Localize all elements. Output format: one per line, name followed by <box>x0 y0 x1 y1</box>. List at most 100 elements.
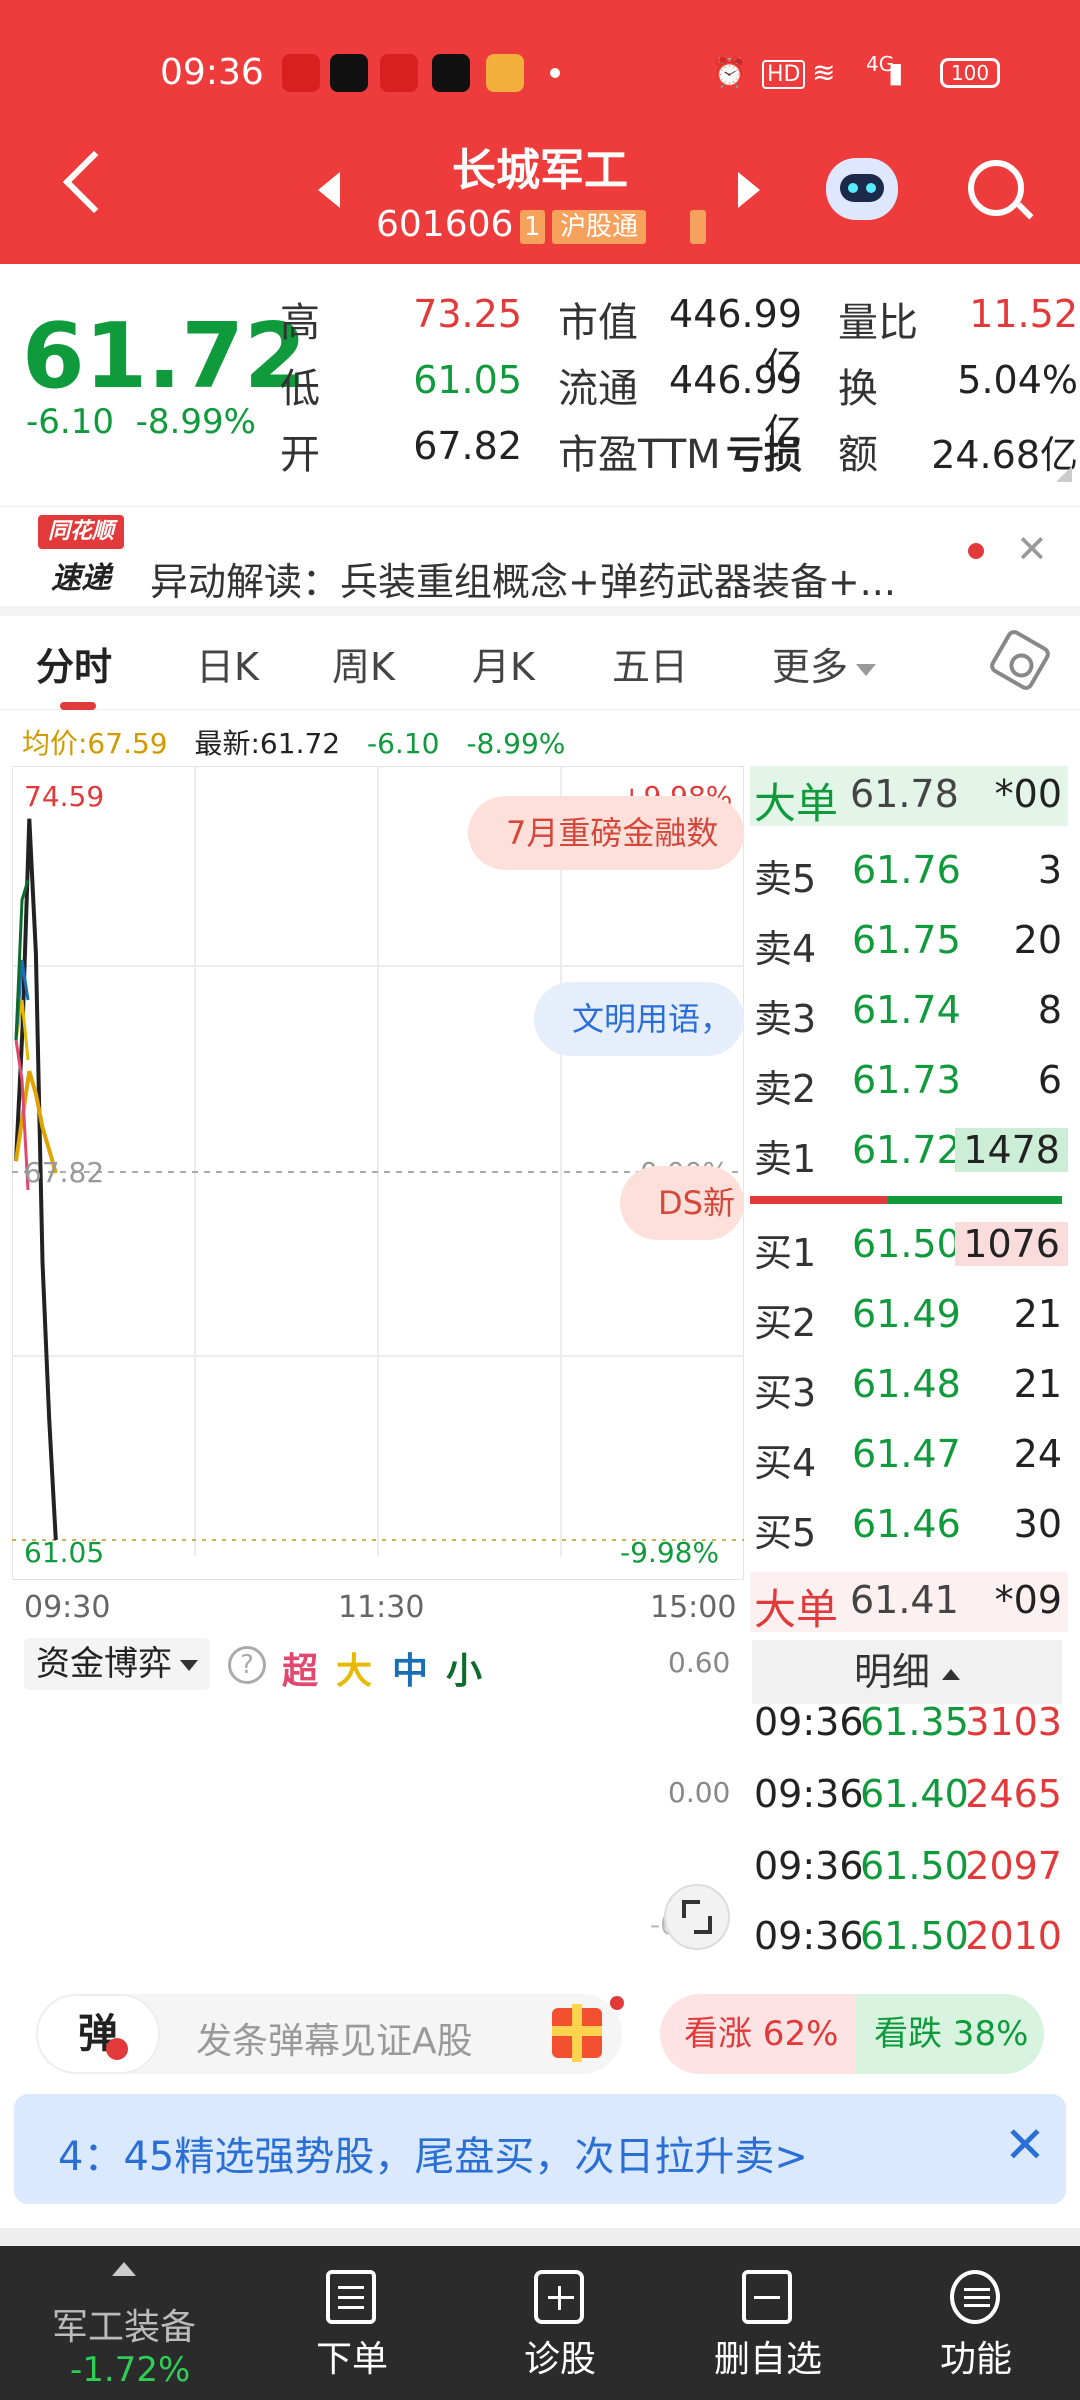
stock-name: 长城军工 <box>452 145 628 196</box>
open-value: 67.82 <box>413 424 522 468</box>
pct-axis-bottom: -9.98% <box>620 1536 720 1569</box>
bottom-nav: 军工装备 -1.72% 下单 诊股 删自选 功能 <box>0 2246 1080 2400</box>
nav-diagnose-label: 诊股 <box>523 2339 596 2380</box>
ask-3[interactable]: 卖3 61.74 8 <box>750 982 1068 1042</box>
sector-up-icon <box>112 2262 136 2276</box>
turnover-value: 5.04% <box>957 358 1078 402</box>
bid-4[interactable]: 买4 61.47 24 <box>750 1426 1068 1486</box>
next-stock-button[interactable] <box>738 172 760 208</box>
status-bar: 09:36 ⏰ HD ≋ 4G ▮ 100 <box>0 50 1080 96</box>
status-time: 09:36 <box>160 52 264 93</box>
high-value: 73.25 <box>413 292 522 336</box>
order-icon <box>326 2270 376 2324</box>
latest-change: -6.10 <box>367 727 440 760</box>
vote-down-button[interactable]: 看跌 38% <box>856 1994 1044 2074</box>
big-order-top[interactable]: 大单 61.78 *00 <box>750 766 1068 828</box>
ask-1[interactable]: 卖1 61.72 1478 <box>750 1122 1068 1182</box>
expand-quote-icon[interactable] <box>1056 466 1072 482</box>
bid-2[interactable]: 买2 61.49 21 <box>750 1286 1068 1346</box>
latest-pct: -8.99% <box>466 727 566 760</box>
nav-function-label: 功能 <box>939 2339 1012 2380</box>
danmaku-toggle-button[interactable]: 弹 <box>36 1994 160 2074</box>
legend-medium: 中 <box>392 1651 429 1692</box>
sector-button[interactable]: 军工装备 -1.72% <box>0 2246 240 2400</box>
close-news-icon[interactable]: ✕ <box>1016 527 1048 571</box>
nav-remove-label: 删自选 <box>713 2339 822 2380</box>
close-promo-icon[interactable]: ✕ <box>1004 2116 1046 2174</box>
promo-text[interactable]: 4：45精选强势股，尾盘买，次日拉升卖> <box>58 2124 808 2182</box>
quote-panel: 61.72 -6.10 -8.99% 高 73.25 低 61.05 开 67.… <box>0 264 1080 484</box>
tiktok-icon <box>432 54 470 92</box>
low-label: 低 <box>280 366 320 412</box>
tag-more <box>690 210 706 244</box>
news-bubble-2[interactable]: 文明用语， <box>534 982 744 1056</box>
news-text[interactable]: 异动解读：兵装重组概念+弹药武器装备+... <box>150 551 896 606</box>
y-axis-bottom: 61.05 <box>24 1536 105 1569</box>
tag-num: 1 <box>520 210 545 244</box>
news-bubble-3[interactable]: DS新 <box>620 1166 744 1240</box>
ask-5[interactable]: 卖5 61.76 3 <box>750 842 1068 902</box>
chart-tabs: 分时 日K 周K 月K 五日 更多 <box>0 614 1080 710</box>
sector-name: 军工装备 <box>52 2307 197 2348</box>
detail-tab[interactable]: 明细 <box>752 1640 1062 1704</box>
high-label: 高 <box>280 300 320 346</box>
legend-large: 大 <box>336 1651 373 1692</box>
tick-row: 09:36 61.50 2010 <box>754 1914 1062 1958</box>
news-strip[interactable]: 同花顺 速递 异动解读：兵装重组概念+弹药武器装备+... ✕ <box>0 506 1080 606</box>
tab-more[interactable]: 更多 <box>772 636 877 691</box>
news-logo-bottom: 速递 <box>51 561 111 596</box>
legend-super: 超 <box>282 1651 319 1692</box>
bid-3[interactable]: 买3 61.48 21 <box>750 1356 1068 1416</box>
ask-2[interactable]: 卖2 61.73 6 <box>750 1052 1068 1112</box>
y-axis-mid: 67.82 <box>24 1156 105 1189</box>
x-axis-end: 15:00 <box>650 1590 737 1625</box>
tick-row: 09:36 61.50 2097 <box>754 1844 1062 1888</box>
gift-badge <box>610 1996 624 2010</box>
help-icon[interactable]: ? <box>228 1646 266 1684</box>
low-value: 61.05 <box>413 358 522 402</box>
menu-icon <box>950 2270 1000 2324</box>
more-notifications-icon <box>550 68 560 78</box>
avg-price-row: 均价:67.59 最新:61.72 -6.10 -8.99% <box>22 722 583 762</box>
vr-label: 量比 <box>838 300 918 346</box>
signal-bars-icon: ▮ <box>888 56 904 89</box>
tick-row: 09:36 61.35 3103 <box>754 1700 1062 1744</box>
order-book-ratio-bar <box>888 1196 1062 1204</box>
news-bubble-1[interactable]: 7月重磅金融数 <box>468 796 744 870</box>
big-order-bottom[interactable]: 大单 61.41 *09 <box>750 1572 1068 1634</box>
nav-function-button[interactable]: 功能 <box>876 2246 1076 2400</box>
danmaku-placeholder[interactable]: 发条弹幕见证A股 <box>196 2012 473 2064</box>
search-icon[interactable] <box>968 160 1024 216</box>
nav-order-label: 下单 <box>315 2339 388 2380</box>
pe-value: 亏损 <box>725 433 802 477</box>
open-label: 开 <box>280 432 320 478</box>
bid-5[interactable]: 买5 61.46 30 <box>750 1496 1068 1556</box>
diagnose-icon <box>534 2270 584 2324</box>
fullscreen-icon[interactable] <box>664 1884 730 1950</box>
tab-intraday[interactable]: 分时 <box>36 636 112 691</box>
amount-label: 额 <box>838 432 878 478</box>
nav-remove-watchlist-button[interactable]: 删自选 <box>668 2246 868 2400</box>
tab-weekly-k[interactable]: 周K <box>332 636 395 691</box>
mcap-label: 市值 <box>558 300 638 346</box>
y-axis-top: 74.59 <box>24 780 105 813</box>
nav-diagnose-button[interactable]: 诊股 <box>460 2246 660 2400</box>
ai-assistant-icon[interactable] <box>826 158 898 220</box>
vote-up-button[interactable]: 看涨 62% <box>660 1994 856 2074</box>
ask-4[interactable]: 卖4 61.75 20 <box>750 912 1068 972</box>
battery-icon: 100 <box>940 58 1000 88</box>
current-price: 61.72 <box>22 304 307 409</box>
tab-five-day[interactable]: 五日 <box>612 636 688 691</box>
hd-icon: HD <box>762 60 806 89</box>
nav-order-button[interactable]: 下单 <box>252 2246 452 2400</box>
bid-1[interactable]: 买1 61.50 1076 <box>750 1216 1068 1276</box>
latest-price: 最新:61.72 <box>194 727 341 760</box>
float-label: 流通 <box>558 366 638 412</box>
capital-flow-selector[interactable]: 资金博弈 <box>24 1638 210 1690</box>
app-notification-icon <box>486 54 524 92</box>
gift-icon[interactable] <box>552 2004 602 2062</box>
minus-square-icon <box>742 2270 792 2324</box>
promo-banner[interactable]: 4：45精选强势股，尾盘买，次日拉升卖> ✕ <box>14 2094 1066 2204</box>
tab-monthly-k[interactable]: 月K <box>472 636 535 691</box>
tab-daily-k[interactable]: 日K <box>196 636 259 691</box>
